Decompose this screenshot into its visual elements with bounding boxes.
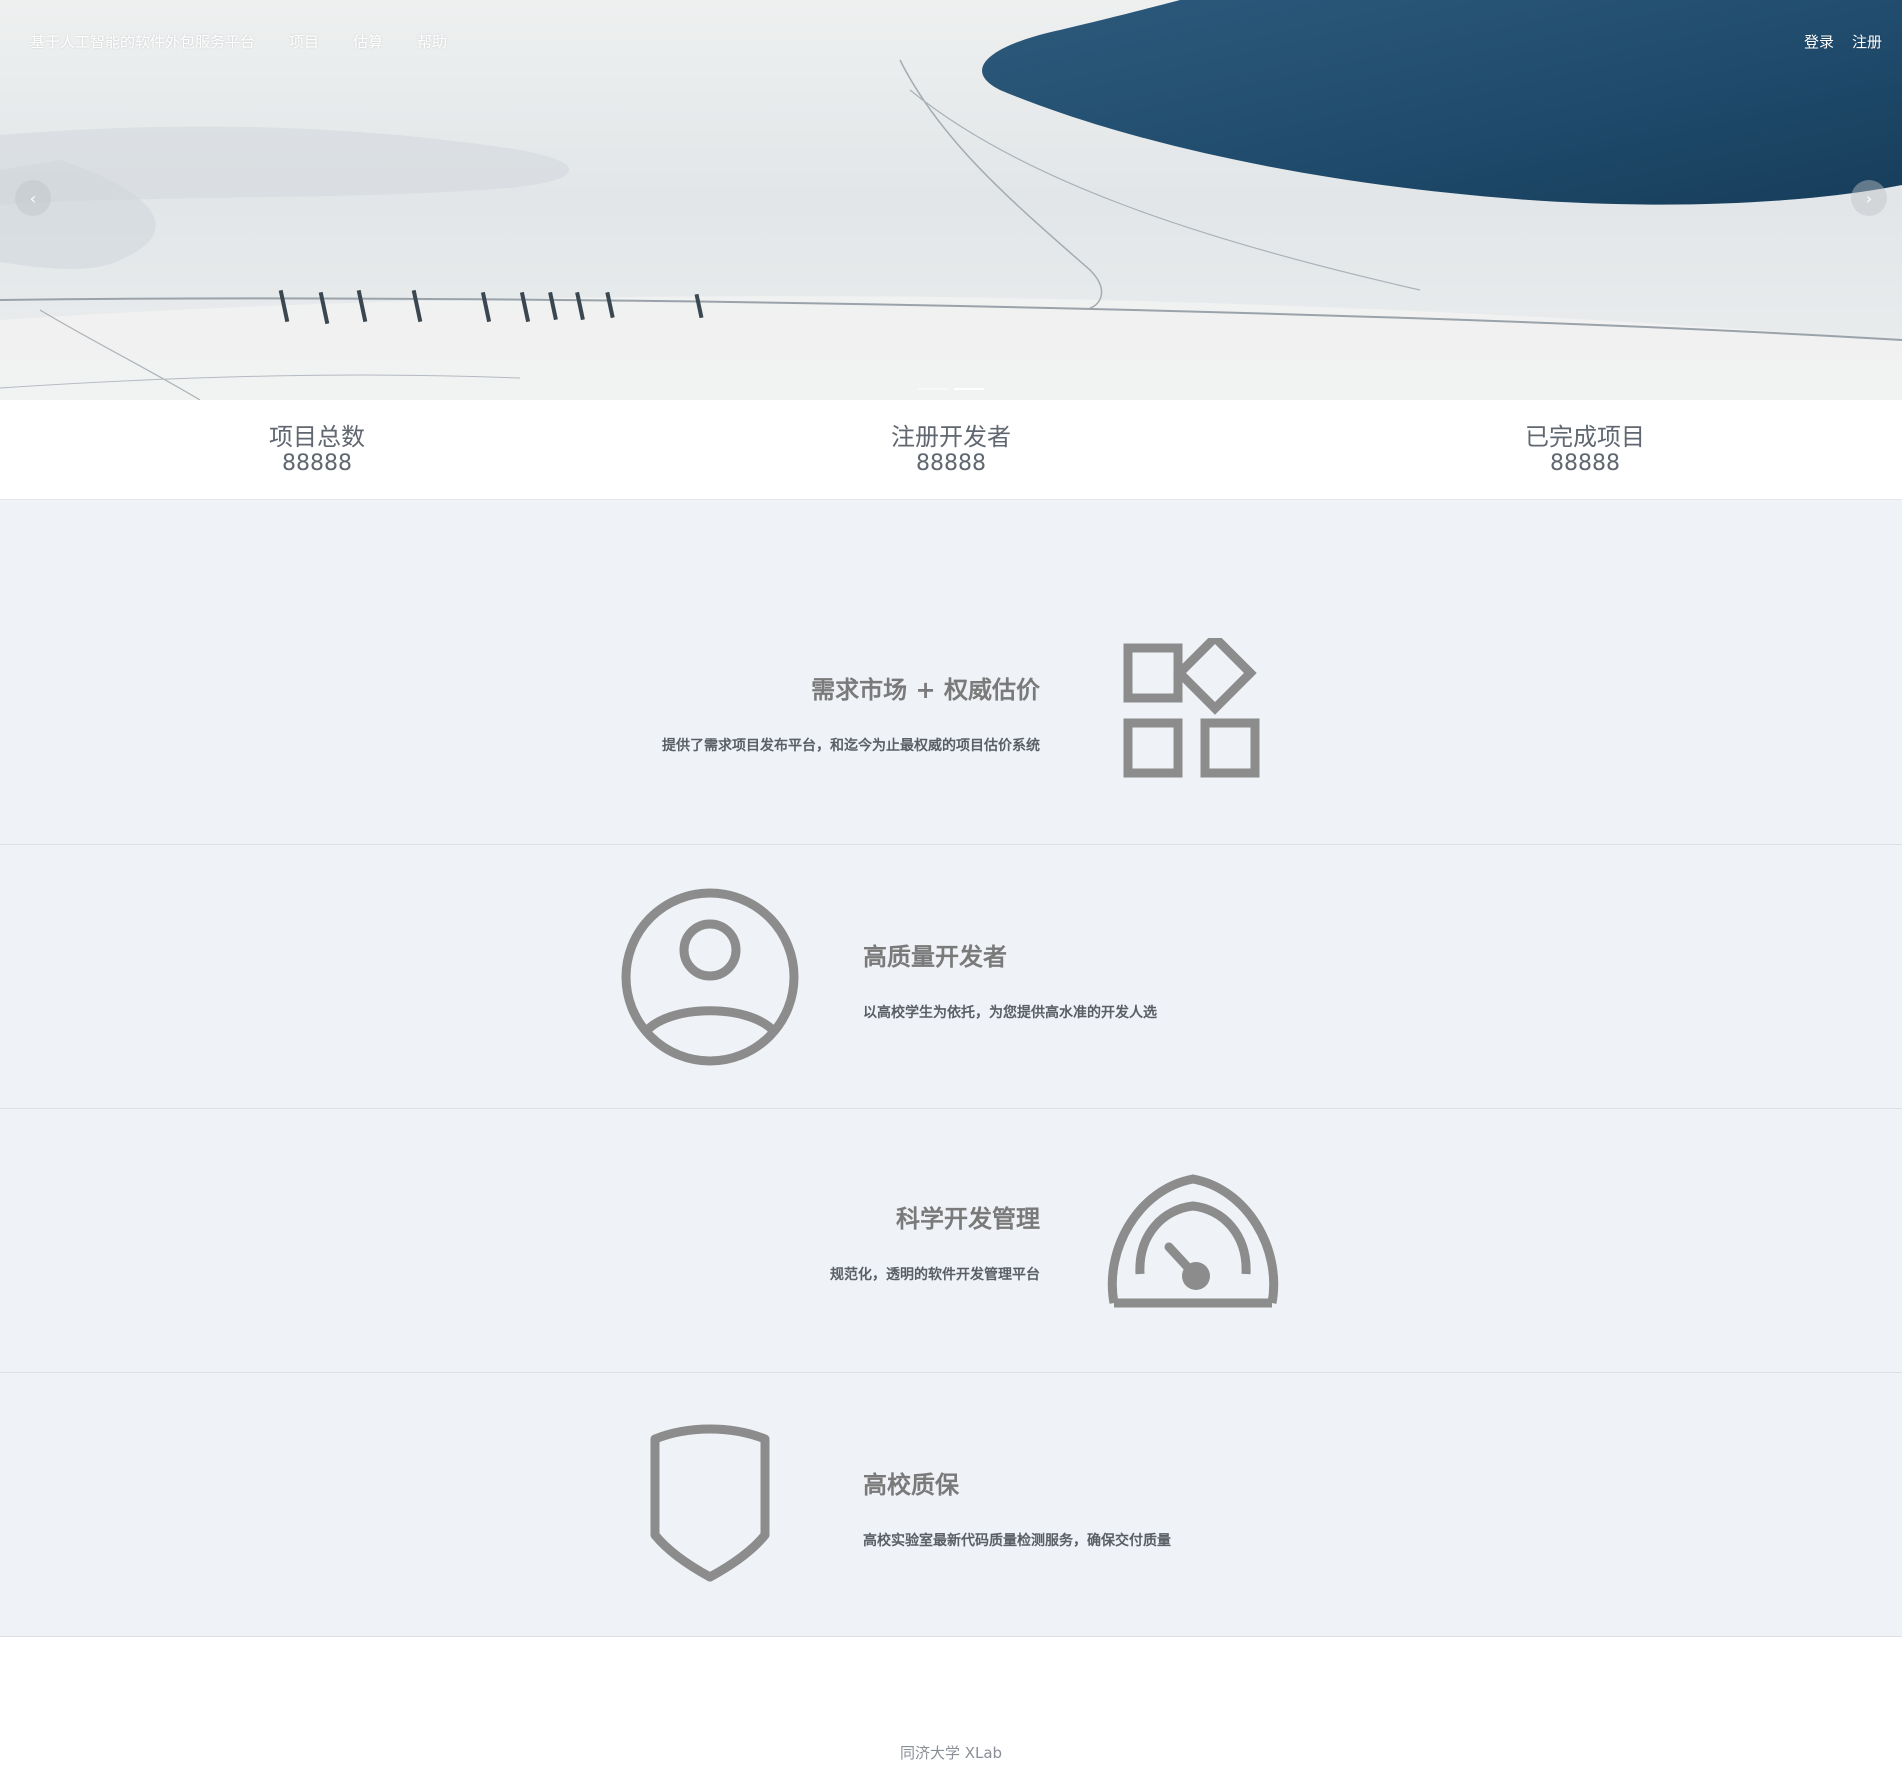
feature-desc: 提供了需求项目发布平台，和迄今为止最权威的项目估价系统 [662,738,1040,754]
brand-title[interactable]: 基于人工智能的软件外包服务平台 [30,31,255,52]
stat-label: 项目总数 [269,422,365,451]
nav-link-projects[interactable]: 项目 [289,31,319,52]
carousel-prev-button[interactable]: ‹ [15,180,51,216]
top-navbar: 基于人工智能的软件外包服务平台 项目 估算 帮助 登录 注册 [0,0,1902,82]
feature-text: 高质量开发者 以高校学生为依托，为您提供高水准的开发人选 [863,937,1463,1022]
hero-carousel: 基于人工智能的软件外包服务平台 项目 估算 帮助 登录 注册 ‹ › [0,0,1902,400]
feature-title: 高校质保 [863,1471,959,1499]
stat-value: 88888 [282,450,352,476]
stat-completed-projects: 已完成项目 88888 [1268,400,1902,499]
user-circle-icon [621,888,799,1066]
carousel-indicators [0,388,1902,390]
nav-left-group: 基于人工智能的软件外包服务平台 项目 估算 帮助 [30,31,481,52]
carousel-indicator-1[interactable] [918,388,948,390]
shield-icon [650,1424,770,1582]
feature-title: 科学开发管理 [896,1205,1040,1233]
dashboard-icon [1107,1174,1279,1308]
footer: 同济大学 XLab [0,1637,1902,1792]
feature-text: 需求市场 + 权威估价 提供了需求项目发布平台，和迄今为止最权威的项目估价系统 [440,670,1040,755]
carousel-next-button[interactable]: › [1851,180,1887,216]
carousel-indicator-2[interactable] [954,388,984,390]
register-link[interactable]: 注册 [1852,31,1882,52]
stat-registered-developers: 注册开发者 88888 [634,400,1268,499]
login-link[interactable]: 登录 [1804,31,1834,52]
feature-scientific-management: 科学开发管理 规范化，透明的软件开发管理平台 [0,1109,1902,1373]
feature-desc: 以高校学生为依托，为您提供高水准的开发人选 [863,1005,1157,1021]
stat-total-projects: 项目总数 88888 [0,400,634,499]
footer-text: 同济大学 XLab [899,1743,1003,1762]
chevron-left-icon: ‹ [29,188,37,208]
feature-text: 高校质保 高校实验室最新代码质量检测服务，确保交付质量 [863,1465,1463,1550]
stat-value: 88888 [916,450,986,476]
feature-university-qa: 高校质保 高校实验室最新代码质量检测服务，确保交付质量 [0,1373,1902,1637]
feature-title: 高质量开发者 [863,943,1007,971]
feature-title: 需求市场 + 权威估价 [811,676,1040,704]
stat-label: 注册开发者 [891,422,1011,451]
stats-bar: 项目总数 88888 注册开发者 88888 已完成项目 88888 [0,400,1902,500]
feature-demand-market: 需求市场 + 权威估价 提供了需求项目发布平台，和迄今为止最权威的项目估价系统 [0,600,1902,845]
chevron-right-icon: › [1865,188,1873,208]
stat-label: 已完成项目 [1525,422,1645,451]
feature-quality-developers: 高质量开发者 以高校学生为依托，为您提供高水准的开发人选 [0,845,1902,1109]
nav-right-group: 登录 注册 [1786,31,1882,52]
stat-value: 88888 [1550,450,1620,476]
nav-link-estimate[interactable]: 估算 [353,31,383,52]
apps-icon [1123,638,1260,778]
feature-text: 科学开发管理 规范化，透明的软件开发管理平台 [440,1199,1040,1284]
feature-desc: 规范化，透明的软件开发管理平台 [830,1267,1040,1283]
feature-desc: 高校实验室最新代码质量检测服务，确保交付质量 [863,1533,1171,1549]
features-section: 需求市场 + 权威估价 提供了需求项目发布平台，和迄今为止最权威的项目估价系统 … [0,500,1902,1637]
nav-link-help[interactable]: 帮助 [417,31,447,52]
